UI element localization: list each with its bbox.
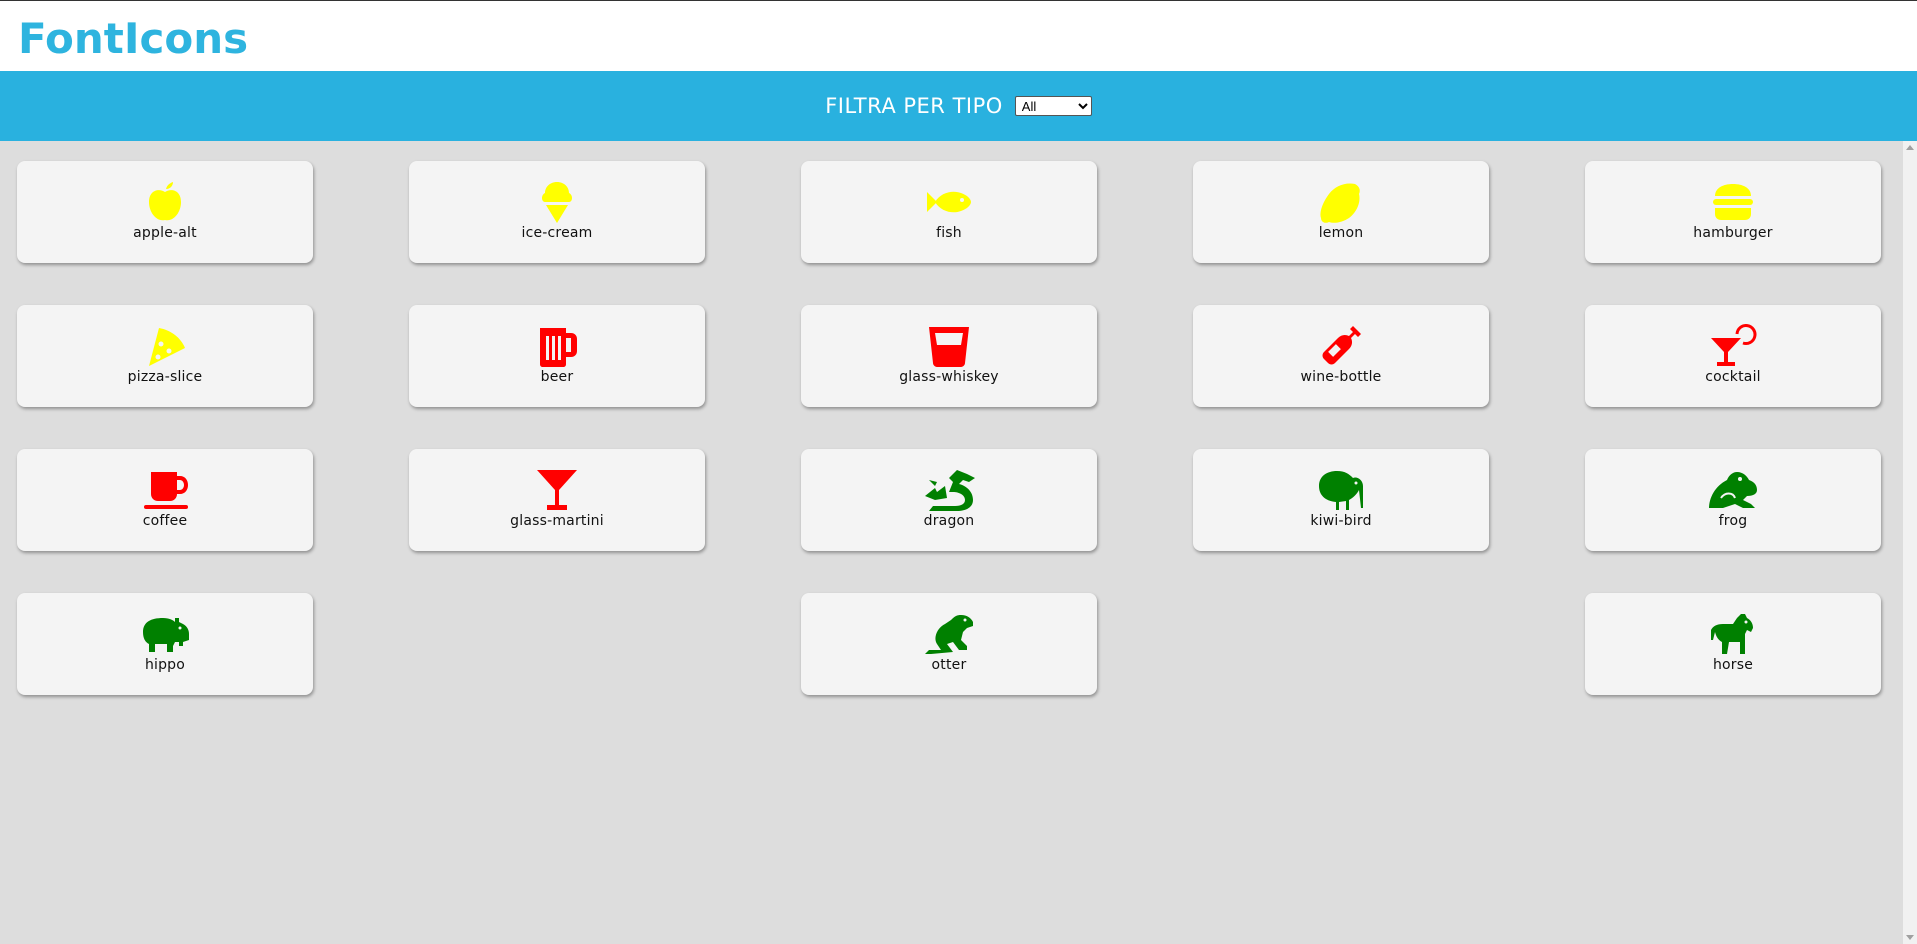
fish-icon — [927, 191, 971, 213]
beer-icon — [540, 328, 577, 367]
icon-card-horse[interactable]: horse — [1585, 593, 1881, 695]
icon-label: cocktail — [1705, 369, 1761, 385]
hamburger-icon — [1713, 184, 1753, 220]
filter-label: FILTRA PER TIPO — [825, 94, 1003, 118]
horse-icon — [1711, 614, 1753, 654]
wine-bottle-icon — [1322, 326, 1361, 365]
apple-alt-icon — [149, 182, 181, 221]
vertical-scrollbar[interactable] — [1903, 141, 1917, 944]
pizza-slice-icon — [149, 328, 185, 366]
icon-card-hippo[interactable]: hippo — [17, 593, 313, 695]
hippo-icon — [143, 618, 189, 652]
coffee-icon — [144, 472, 188, 509]
icon-label: frog — [1718, 513, 1748, 529]
ice-cream-icon — [542, 182, 572, 223]
icon-card-apple-alt[interactable]: apple-alt — [17, 161, 313, 263]
icon-label: hippo — [144, 657, 186, 673]
glass-martini-icon — [537, 470, 577, 510]
icon-label: horse — [1712, 657, 1754, 673]
icon-card-hamburger[interactable]: hamburger — [1585, 161, 1881, 263]
icon-label: coffee — [142, 513, 188, 529]
cocktail-icon — [1711, 324, 1757, 366]
otter-icon — [925, 615, 973, 654]
icon-label: apple-alt — [133, 225, 197, 241]
icon-card-frog[interactable]: frog — [1585, 449, 1881, 551]
icon-label: dragon — [923, 513, 975, 529]
icon-card-ice-cream[interactable]: ice-cream — [409, 161, 705, 263]
icon-card-dragon[interactable]: dragon — [801, 449, 1097, 551]
icon-card-coffee[interactable]: coffee — [17, 449, 313, 551]
logo: FontIcons — [18, 14, 249, 63]
kiwi-bird-icon — [1319, 471, 1363, 510]
icon-label: wine-bottle — [1300, 369, 1382, 385]
icon-label: kiwi-bird — [1310, 513, 1372, 529]
scroll-down-arrow-icon[interactable] — [1906, 935, 1914, 940]
icon-label: ice-cream — [521, 225, 593, 241]
icon-card-lemon[interactable]: lemon — [1193, 161, 1489, 263]
filter-bar: FILTRA PER TIPO All — [0, 71, 1917, 141]
icon-card-kiwi-bird[interactable]: kiwi-bird — [1193, 449, 1489, 551]
icon-card-glass-martini[interactable]: glass-martini — [409, 449, 705, 551]
app-header: FontIcons — [0, 1, 1917, 71]
icon-label: pizza-slice — [127, 369, 203, 385]
scroll-up-arrow-icon[interactable] — [1906, 145, 1914, 150]
dragon-icon — [925, 470, 975, 511]
icon-card-fish[interactable]: fish — [801, 161, 1097, 263]
icon-label: hamburger — [1693, 225, 1773, 241]
icon-label: glass-martini — [510, 513, 604, 529]
icon-card-beer[interactable]: beer — [409, 305, 705, 407]
icon-label: glass-whiskey — [899, 369, 999, 385]
type-filter-select[interactable]: All — [1014, 96, 1092, 116]
icon-grid: apple-alt ice-cream fish lemon hamburger — [0, 141, 1903, 944]
icon-label: otter — [931, 657, 967, 673]
icon-label: beer — [540, 369, 574, 385]
frog-icon — [1709, 472, 1757, 508]
icon-card-otter[interactable]: otter — [801, 593, 1097, 695]
icon-card-wine-bottle[interactable]: wine-bottle — [1193, 305, 1489, 407]
icon-label: lemon — [1318, 225, 1364, 241]
icon-card-glass-whiskey[interactable]: glass-whiskey — [801, 305, 1097, 407]
icon-card-pizza-slice[interactable]: pizza-slice — [17, 305, 313, 407]
lemon-icon — [1320, 183, 1360, 223]
icon-label: fish — [936, 225, 962, 241]
glass-whiskey-icon — [929, 327, 969, 367]
icon-card-cocktail[interactable]: cocktail — [1585, 305, 1881, 407]
